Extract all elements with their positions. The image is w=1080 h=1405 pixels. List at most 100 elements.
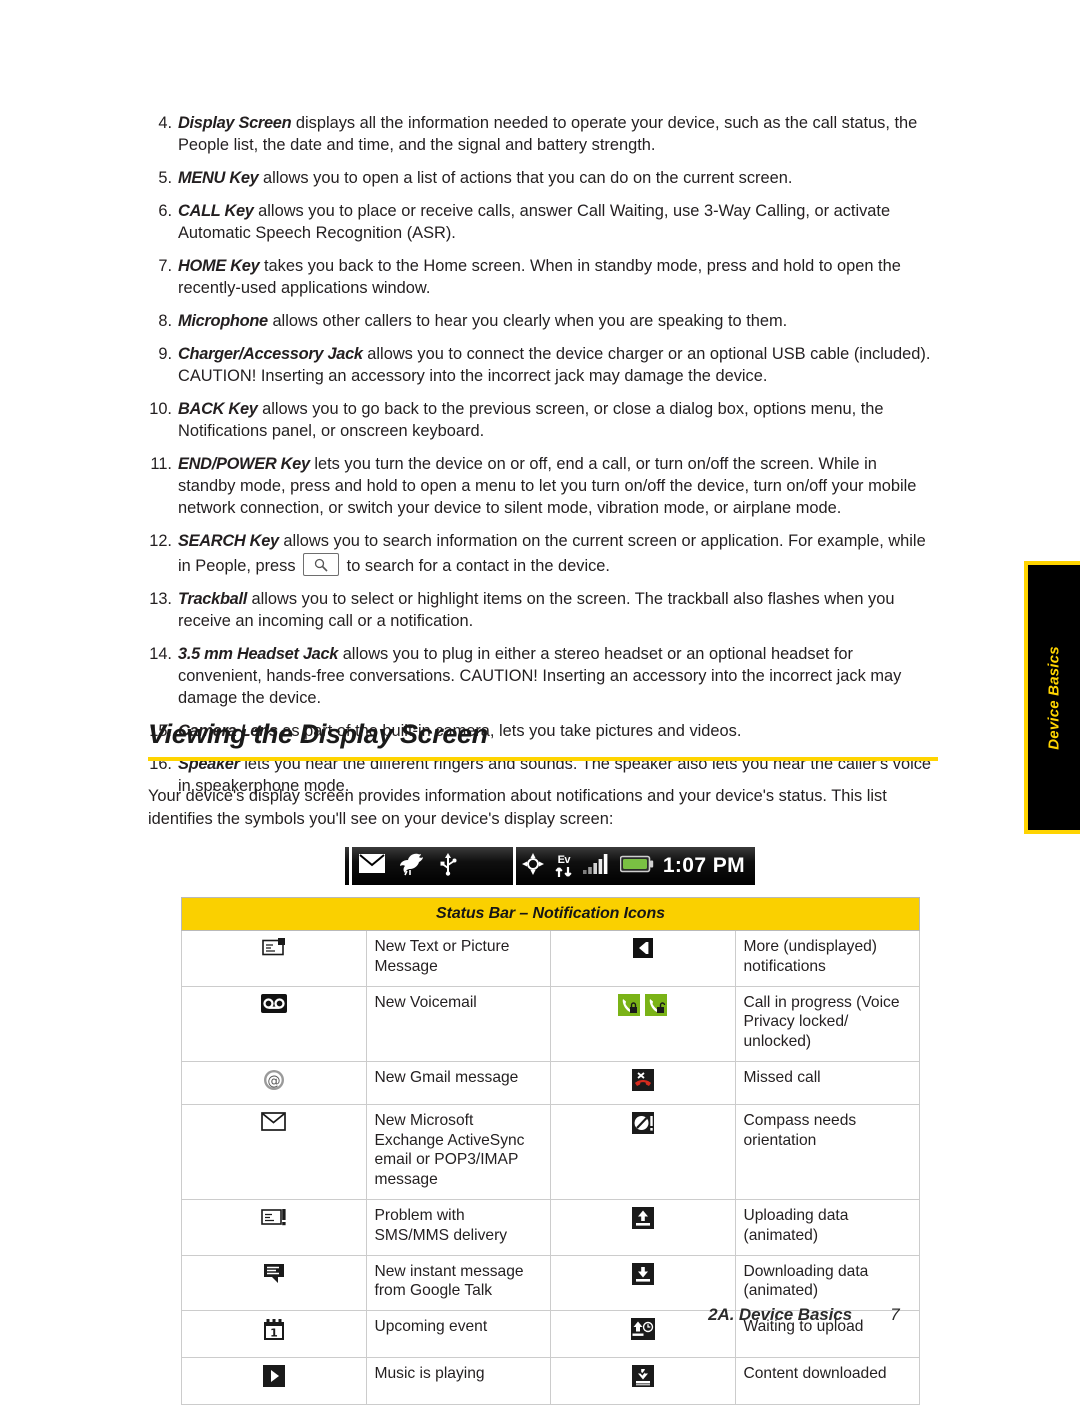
- list-item-number: 8.: [158, 311, 172, 330]
- missed-call-icon: [550, 1060, 736, 1105]
- list-item-body: Charger/Accessory Jack allows you to con…: [178, 344, 938, 388]
- list-item: 6. CALL Key allows you to place or recei…: [148, 201, 938, 245]
- list-item-text: takes you back to the Home screen. When …: [178, 256, 901, 297]
- table-row: Problem with SMS/MMS delivery Uploading …: [181, 1198, 920, 1256]
- ev-label: Ev: [557, 853, 571, 866]
- list-item-term: SEARCH Key: [178, 531, 279, 550]
- list-item-body: Display Screen displays all the informat…: [178, 113, 938, 157]
- voicemail-icon: [181, 985, 367, 1062]
- page-title: Viewing the Display Screen: [148, 719, 488, 749]
- list-item-term: Trackball: [178, 589, 247, 608]
- table-cell-label: Missed call: [734, 1060, 920, 1105]
- table-cell-label: Compass needs orientation: [734, 1103, 920, 1200]
- page-footer: 2A. Device Basics 7: [148, 1305, 938, 1325]
- list-item: 4. Display Screen displays all the infor…: [148, 113, 938, 157]
- list-item-term: HOME Key: [178, 256, 260, 275]
- exchange-email-icon: [181, 1103, 367, 1200]
- section-heading-block: Viewing the Display Screen: [148, 719, 938, 761]
- list-item-text: allows you to select or highlight items …: [178, 589, 895, 630]
- table-row: New Text or Picture Message More (undisp…: [181, 930, 920, 987]
- compass-orientation-icon: [550, 1103, 736, 1200]
- table-cell-label: Content downloaded: [734, 1357, 920, 1405]
- side-tab: Device Basics: [1024, 561, 1080, 834]
- list-item-body: Microphone allows other callers to hear …: [178, 311, 938, 333]
- list-item-number: 10.: [149, 399, 172, 418]
- table-row: Music is playing Content downloaded: [181, 1357, 920, 1405]
- call-in-progress-icon: [550, 985, 736, 1062]
- footer-page-number: 7: [890, 1305, 900, 1324]
- music-playing-icon: [181, 1357, 367, 1405]
- list-item-number: 14.: [149, 644, 172, 663]
- table-cell-label: New Text or Picture Message: [365, 930, 551, 987]
- list-item-text: allows you to open a list of actions tha…: [258, 168, 793, 187]
- heading-rule: [148, 757, 938, 761]
- status-bar-left-icons: [359, 847, 458, 885]
- upload-icon: [550, 1198, 736, 1256]
- download-icon: [550, 1254, 736, 1312]
- table-header-row: Status Bar – Notification Icons: [181, 897, 920, 931]
- status-bar-graphic: Ev 1:07 PM: [345, 839, 755, 893]
- list-item-body: HOME Key takes you back to the Home scre…: [178, 256, 938, 300]
- list-item-term: Microphone: [178, 311, 268, 330]
- list-item-text: allows you to place or receive calls, an…: [178, 201, 891, 242]
- gmail-icon: @: [181, 1060, 367, 1105]
- usb-icon: [438, 852, 458, 881]
- svg-text:1: 1: [270, 1327, 278, 1340]
- list-item-body: SEARCH Key allows you to search informat…: [178, 531, 938, 578]
- table-cell-label: More (undisplayed) notifications: [734, 930, 920, 987]
- list-item-number: 7.: [158, 256, 172, 275]
- list-item-term: Display Screen: [178, 114, 292, 132]
- list-item-term: MENU Key: [178, 168, 259, 187]
- numbered-list: 4. Display Screen displays all the infor…: [148, 113, 938, 809]
- list-item-term: END/POWER Key: [178, 454, 310, 473]
- list-item-term: Charger/Accessory Jack: [178, 344, 363, 363]
- list-item-body: MENU Key allows you to open a list of ac…: [178, 168, 938, 190]
- table-row: @ New Gmail message Missed call: [181, 1060, 920, 1105]
- svg-text:@: @: [267, 1074, 280, 1089]
- list-item-number: 6.: [158, 201, 172, 220]
- list-item-term: CALL Key: [178, 201, 254, 220]
- section-intro: Your device's display screen provides in…: [148, 787, 887, 828]
- table-row: New Voicemail Call in progress (Voice Pr…: [181, 985, 920, 1062]
- google-talk-icon: [181, 1254, 367, 1312]
- envelope-icon: [359, 854, 385, 878]
- side-tab-label: Device Basics: [1045, 645, 1063, 750]
- sms-problem-icon: [181, 1198, 367, 1256]
- table-row: New instant message from Google Talk Dow…: [181, 1254, 920, 1312]
- list-item-text-continued: to search for a contact in the device.: [342, 556, 610, 575]
- list-item-term: BACK Key: [178, 399, 258, 418]
- list-item-body: CALL Key allows you to place or receive …: [178, 201, 938, 245]
- status-bar-clock: 1:07 PM: [662, 854, 745, 877]
- list-item-body: BACK Key allows you to go back to the pr…: [178, 399, 938, 443]
- list-item-number: 13.: [149, 589, 172, 608]
- list-item: 9. Charger/Accessory Jack allows you to …: [148, 344, 938, 388]
- list-item-number: 4.: [158, 114, 172, 132]
- list-item: 7. HOME Key takes you back to the Home s…: [148, 256, 938, 300]
- table-cell-label: New Gmail message: [365, 1060, 551, 1105]
- list-item-number: 11.: [150, 454, 172, 473]
- table-cell-label: Call in progress (Voice Privacy locked/ …: [734, 985, 920, 1062]
- list-item: 13. Trackball allows you to select or hi…: [148, 589, 938, 633]
- list-item-number: 12.: [149, 531, 172, 550]
- table-cell-label: Downloading data (animated): [734, 1254, 920, 1312]
- more-notifications-icon: [550, 930, 736, 987]
- list-item-term: 3.5 mm Headset Jack: [178, 644, 339, 663]
- table-cell-label: New Microsoft Exchange ActiveSync email …: [365, 1103, 551, 1200]
- search-icon[interactable]: [303, 552, 340, 576]
- battery-icon: [619, 855, 654, 878]
- gps-crosshair-icon: [521, 852, 545, 881]
- table-cell-label: New Voicemail: [365, 985, 551, 1062]
- table-cell-label: New instant message from Google Talk: [365, 1254, 551, 1312]
- new-message-icon: [181, 930, 367, 987]
- table-title: Status Bar – Notification Icons: [181, 897, 920, 931]
- table-cell-label: Problem with SMS/MMS delivery: [365, 1198, 551, 1256]
- signal-bars-icon: [582, 853, 611, 880]
- bird-icon: [398, 852, 425, 881]
- list-item-text: allows you to go back to the previous sc…: [178, 399, 884, 440]
- ev-data-icon: Ev: [554, 853, 574, 878]
- list-item-body: 3.5 mm Headset Jack allows you to plug i…: [178, 644, 938, 710]
- list-item-body: END/POWER Key lets you turn the device o…: [178, 454, 938, 520]
- list-item: 11. END/POWER Key lets you turn the devi…: [148, 454, 938, 520]
- list-item: 14. 3.5 mm Headset Jack allows you to pl…: [148, 644, 938, 710]
- manual-page: 4. Display Screen displays all the infor…: [0, 0, 1080, 1405]
